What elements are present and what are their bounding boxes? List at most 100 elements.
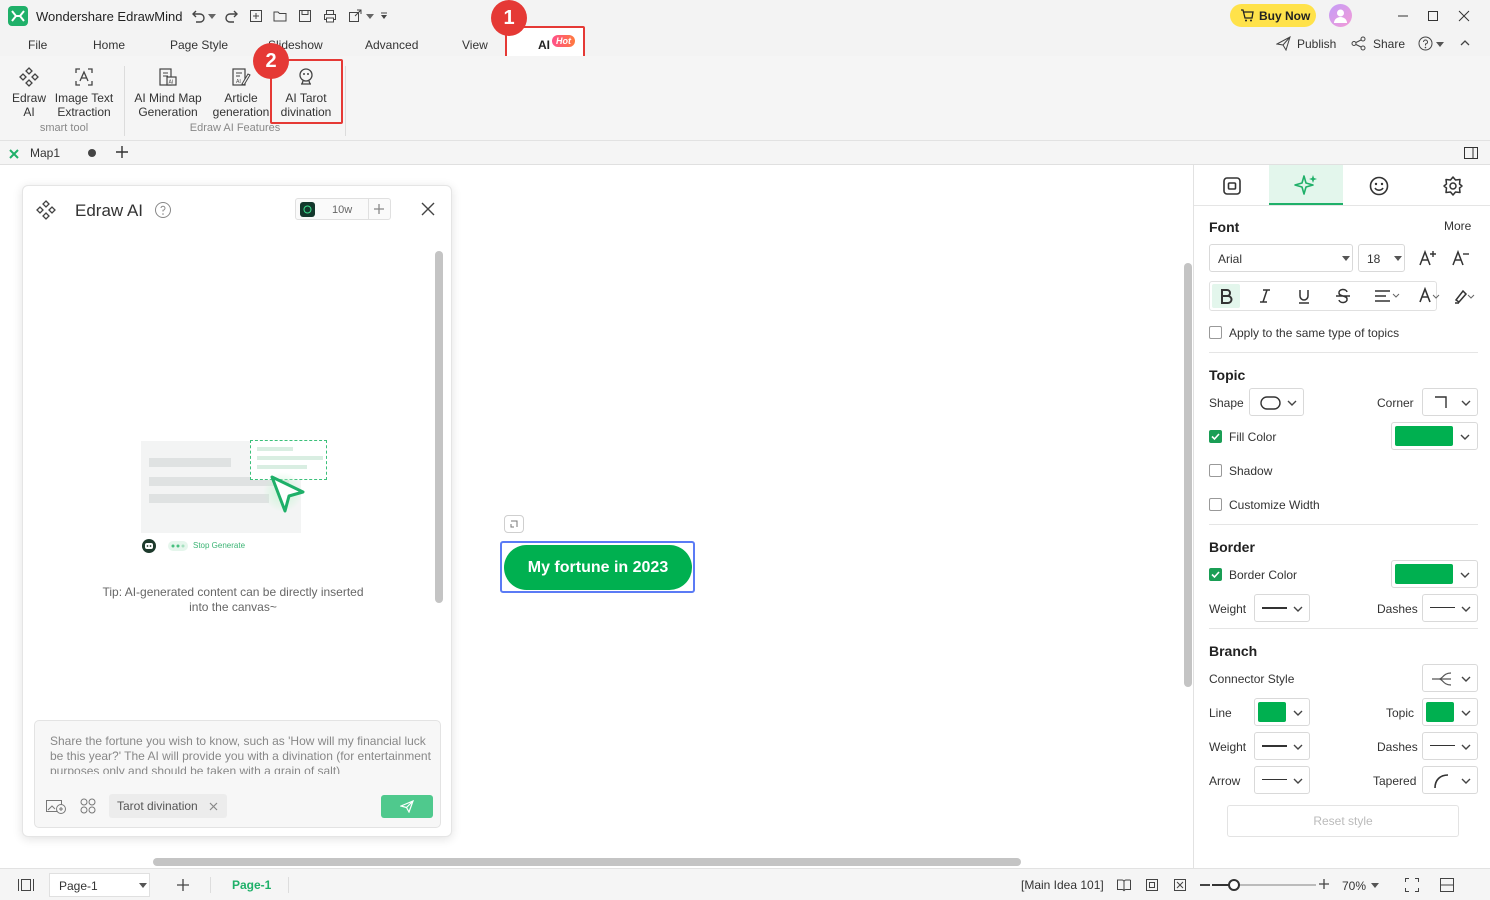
border-color-checkbox[interactable] (1209, 568, 1222, 581)
customize-width-checkbox[interactable] (1209, 498, 1222, 511)
fullscreen-icon[interactable] (1404, 877, 1420, 893)
menu-file[interactable]: File (28, 38, 47, 52)
canvas-horizontal-scrollbar[interactable] (153, 858, 1021, 866)
menu-view[interactable]: View (462, 38, 488, 52)
font-more-link[interactable]: More (1444, 219, 1471, 233)
tab-theme-icon[interactable] (1442, 175, 1464, 197)
minimize-icon[interactable] (1396, 9, 1410, 23)
align-icon[interactable] (1374, 289, 1400, 303)
panel-scrollbar[interactable] (435, 251, 443, 603)
maximize-icon[interactable] (1426, 9, 1440, 23)
add-page-icon[interactable] (176, 878, 190, 892)
decrease-font-icon[interactable] (1451, 249, 1471, 267)
connector-style-select[interactable] (1422, 664, 1478, 692)
fit-page-icon[interactable] (1145, 878, 1159, 892)
zoom-slider-thumb[interactable] (1228, 879, 1240, 891)
italic-icon[interactable] (1258, 288, 1272, 304)
font-color-icon[interactable] (1418, 287, 1444, 305)
close-window-icon[interactable] (1457, 9, 1471, 23)
close-panel-icon[interactable] (421, 202, 435, 216)
fill-color-checkbox[interactable] (1209, 430, 1222, 443)
avatar[interactable] (1329, 4, 1352, 27)
selection-info: [Main Idea 101] (1021, 878, 1104, 892)
canvas-vertical-scrollbar[interactable] (1184, 263, 1192, 687)
new-tab-plus-icon[interactable] (115, 145, 129, 159)
help-circle-icon[interactable] (154, 201, 172, 219)
main-topic[interactable]: My fortune in 2023 (504, 545, 692, 590)
menu-advanced[interactable]: Advanced (365, 38, 418, 52)
zoom-level[interactable]: 70% (1342, 879, 1366, 893)
menu-home[interactable]: Home (93, 38, 125, 52)
export-icon[interactable] (347, 8, 363, 24)
add-credits-icon[interactable] (373, 203, 385, 215)
prompt-input-box[interactable]: Share the fortune you wish to know, such… (34, 720, 441, 828)
strikethrough-icon[interactable] (1335, 288, 1351, 304)
toggle-panel-icon[interactable] (1463, 146, 1479, 160)
redo-icon[interactable] (224, 8, 240, 24)
book-view-icon[interactable] (1116, 878, 1132, 892)
fit-width-icon[interactable] (1173, 878, 1187, 892)
collapse-ribbon-icon[interactable] (1459, 37, 1471, 49)
publish-icon[interactable] (1276, 36, 1291, 51)
share-button[interactable]: Share (1373, 37, 1405, 51)
image-upload-icon[interactable] (45, 797, 67, 815)
export-dropdown-icon[interactable] (366, 14, 374, 19)
new-file-icon[interactable] (248, 8, 264, 24)
topic-color-swatch (1426, 702, 1454, 722)
remove-tag-icon[interactable] (209, 802, 218, 811)
help-dropdown-icon[interactable] (1436, 42, 1444, 47)
image-text-extraction-button[interactable]: Image Text Extraction (52, 66, 116, 119)
drag-handle-icon[interactable] (35, 199, 57, 221)
doc-tab-map1[interactable]: Map1 (30, 146, 60, 160)
open-folder-icon[interactable] (272, 8, 288, 24)
underline-icon[interactable] (1297, 288, 1311, 304)
border-weight-select[interactable] (1254, 594, 1310, 622)
ai-mind-map-generation-button[interactable]: AI AI Mind Map Generation (130, 66, 206, 119)
highlight-icon[interactable] (1452, 287, 1478, 305)
page-tab-active[interactable]: Page-1 (232, 878, 271, 892)
branch-arrow-select[interactable] (1254, 766, 1310, 794)
branch-line-color-select[interactable] (1254, 698, 1310, 726)
undo-icon[interactable] (190, 8, 206, 24)
buy-now-button[interactable]: Buy Now (1230, 4, 1316, 27)
customize-quick-access-icon[interactable] (380, 12, 388, 20)
zoom-dropdown-icon[interactable] (1371, 883, 1379, 888)
tab-ai-sparkle[interactable] (1269, 165, 1343, 205)
border-dashes-select[interactable] (1422, 594, 1478, 622)
help-icon[interactable] (1418, 36, 1433, 51)
shadow-checkbox[interactable] (1209, 464, 1222, 477)
branch-topic-color-select[interactable] (1422, 698, 1478, 726)
undo-dropdown-icon[interactable] (208, 14, 216, 19)
save-icon[interactable] (297, 8, 313, 24)
font-size-select[interactable]: 18 (1358, 244, 1405, 272)
increase-font-icon[interactable] (1418, 249, 1438, 267)
corner-select[interactable] (1422, 388, 1478, 416)
page-select[interactable]: Page-1 (49, 873, 150, 897)
edraw-ai-button[interactable]: Edraw AI (6, 66, 52, 119)
print-icon[interactable] (322, 8, 338, 24)
tab-mark-icon[interactable] (1368, 175, 1390, 197)
send-button[interactable] (381, 795, 433, 818)
branch-dashes-select[interactable] (1422, 732, 1478, 760)
publish-button[interactable]: Publish (1297, 37, 1336, 51)
mind-map-template-icon[interactable] (78, 797, 98, 815)
zoom-in-icon[interactable] (1318, 878, 1330, 890)
branch-weight-select[interactable] (1254, 732, 1310, 760)
branch-tapered-select[interactable] (1422, 766, 1478, 794)
topic-collapse-handle[interactable] (504, 515, 524, 533)
shape-select[interactable] (1249, 388, 1304, 416)
hot-badge: Hot (552, 35, 575, 47)
share-icon[interactable] (1351, 36, 1366, 51)
page-panel-icon[interactable] (17, 878, 35, 892)
font-family-select[interactable]: Arial (1209, 244, 1353, 272)
tab-style-icon[interactable] (1221, 175, 1243, 197)
fill-color-select[interactable] (1391, 422, 1478, 450)
bold-button[interactable] (1212, 284, 1240, 308)
border-color-select[interactable] (1391, 560, 1478, 588)
reset-style-button[interactable]: Reset style (1227, 805, 1459, 837)
prompt-input[interactable]: Share the fortune you wish to know, such… (50, 734, 434, 774)
menu-page-style[interactable]: Page Style (170, 38, 228, 52)
presentation-icon[interactable] (1439, 877, 1455, 893)
zoom-out-icon[interactable] (1200, 884, 1210, 886)
apply-same-type-checkbox[interactable] (1209, 326, 1222, 339)
